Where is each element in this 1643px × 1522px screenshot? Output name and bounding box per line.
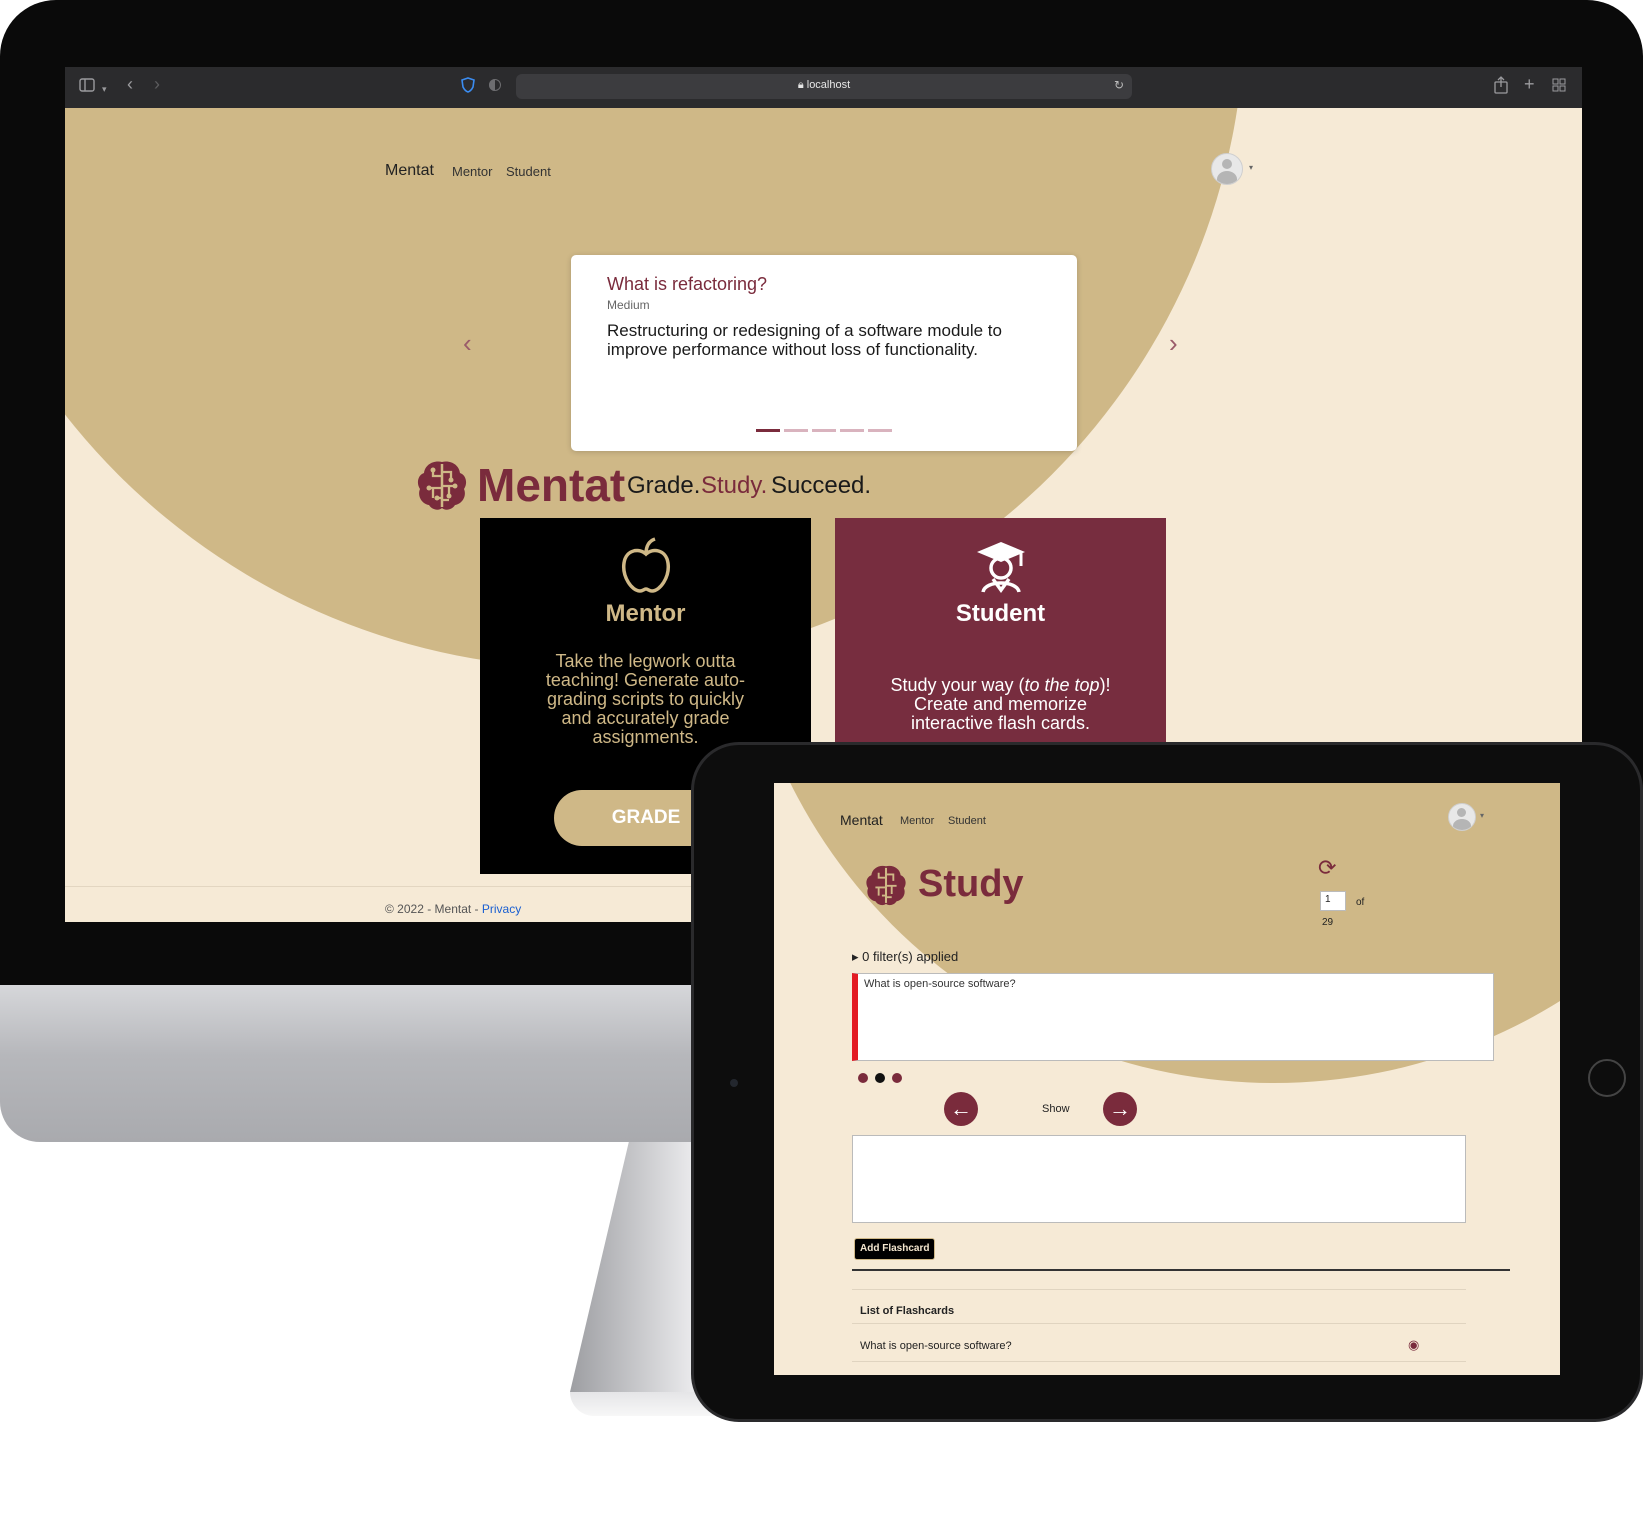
- difficulty-dot[interactable]: [858, 1073, 868, 1083]
- carousel-indicator[interactable]: [868, 429, 892, 432]
- tagline-succeed: Succeed.: [771, 472, 872, 499]
- url-text: localhost: [806, 79, 851, 91]
- difficulty-dot[interactable]: [892, 1073, 902, 1083]
- apple-icon: [622, 537, 670, 593]
- pager-total: 29: [1322, 917, 1334, 928]
- chevron-down-icon[interactable]: ▾: [1480, 811, 1484, 820]
- list-header: List of Flashcards: [860, 1305, 955, 1317]
- section-divider: [852, 1269, 1510, 1271]
- back-icon[interactable]: ‹: [127, 75, 133, 93]
- nav-link-student[interactable]: Student: [506, 164, 551, 179]
- arrow-right-icon[interactable]: →: [1103, 1092, 1137, 1126]
- student-title: Student: [955, 600, 1046, 627]
- question-field[interactable]: What is open-source software?: [852, 973, 1494, 1061]
- forward-icon[interactable]: ›: [154, 75, 160, 93]
- tagline-study: Study.: [701, 472, 768, 499]
- nav-brand[interactable]: Mentat: [840, 812, 883, 828]
- page-number-input[interactable]: 1: [1320, 891, 1346, 911]
- mentor-description: Take the legwork outta teaching! Generat…: [545, 651, 746, 747]
- nav-link-mentor[interactable]: Mentor: [900, 815, 934, 827]
- difficulty-dot[interactable]: [875, 1073, 885, 1083]
- new-tab-icon[interactable]: +: [1524, 75, 1535, 93]
- carousel-question: What is refactoring?: [607, 274, 768, 294]
- nav-brand[interactable]: Mentat: [385, 162, 434, 180]
- tagline-grade: Grade.: [627, 472, 701, 499]
- list-divider: [852, 1361, 1466, 1362]
- brain-logo-icon: [417, 461, 467, 510]
- carousel-difficulty: Medium: [607, 298, 650, 312]
- reader-icon[interactable]: [489, 78, 501, 97]
- chevron-down-icon[interactable]: ▾: [102, 80, 107, 98]
- carousel-answer: Restructuring or redesigning of a softwa…: [607, 321, 1002, 359]
- filters-label: 0 filter(s) applied: [862, 949, 959, 964]
- avatar[interactable]: [1211, 153, 1243, 185]
- eye-icon[interactable]: ◉: [1408, 1337, 1419, 1353]
- footer: © 2022 - Mentat - Privacy: [385, 902, 521, 916]
- brain-logo-icon: [866, 865, 906, 906]
- ipad-camera: [730, 1079, 738, 1087]
- answer-field[interactable]: [852, 1135, 1466, 1223]
- carousel-indicator[interactable]: [840, 429, 864, 432]
- list-divider: [852, 1289, 1466, 1290]
- avatar[interactable]: [1448, 803, 1476, 831]
- show-answer-button[interactable]: Show: [1042, 1103, 1070, 1115]
- tab-overview-icon[interactable]: [1552, 78, 1566, 97]
- shield-icon[interactable]: [461, 77, 475, 98]
- carousel-indicator[interactable]: [756, 429, 780, 432]
- address-bar[interactable]: 🔒︎ localhost ↻: [516, 74, 1132, 99]
- mentor-title: Mentor: [605, 600, 686, 627]
- student-description: Study your way (to the top)! Create and …: [890, 675, 1111, 733]
- list-divider: [852, 1323, 1466, 1324]
- caret-right-icon: ▸: [852, 949, 859, 964]
- carousel-prev-icon[interactable]: ‹: [463, 328, 472, 359]
- graduate-icon: [977, 542, 1025, 593]
- footer-text: © 2022 - Mentat -: [385, 902, 482, 916]
- carousel-indicator[interactable]: [784, 429, 808, 432]
- chevron-down-icon[interactable]: ▾: [1249, 163, 1253, 172]
- tablet-screen: Mentat Mentor Student ▾ Study ⟳ 1 of 29 …: [774, 783, 1560, 1375]
- pager-of-label: of: [1356, 897, 1365, 908]
- page-title: Study: [918, 863, 1024, 905]
- flashcard-carousel[interactable]: What is refactoring? Medium Restructurin…: [571, 255, 1077, 451]
- question-text: What is open-source software?: [864, 978, 1016, 990]
- add-flashcard-button[interactable]: Add Flashcard: [854, 1238, 936, 1260]
- carousel-indicator[interactable]: [812, 429, 836, 432]
- privacy-link[interactable]: Privacy: [482, 902, 521, 916]
- filters-toggle[interactable]: ▸ 0 filter(s) applied: [852, 949, 958, 965]
- nav-link-mentor[interactable]: Mentor: [452, 164, 492, 179]
- reload-icon[interactable]: ↻: [1114, 78, 1124, 92]
- browser-toolbar: ▾ ‹ › 🔒︎ localhost ↻ +: [65, 67, 1582, 108]
- nav-link-student[interactable]: Student: [948, 815, 986, 827]
- ipad-home-button[interactable]: [1588, 1059, 1626, 1097]
- hero-brand: Mentat: [477, 459, 626, 511]
- share-icon[interactable]: [1494, 76, 1508, 99]
- lock-icon: 🔒︎: [797, 79, 804, 91]
- list-item[interactable]: What is open-source software?: [860, 1340, 1012, 1352]
- refresh-icon[interactable]: ⟳: [1318, 855, 1336, 881]
- sidebar-icon[interactable]: [79, 78, 95, 97]
- arrow-left-icon[interactable]: ←: [944, 1092, 978, 1126]
- carousel-next-icon[interactable]: ›: [1169, 328, 1178, 359]
